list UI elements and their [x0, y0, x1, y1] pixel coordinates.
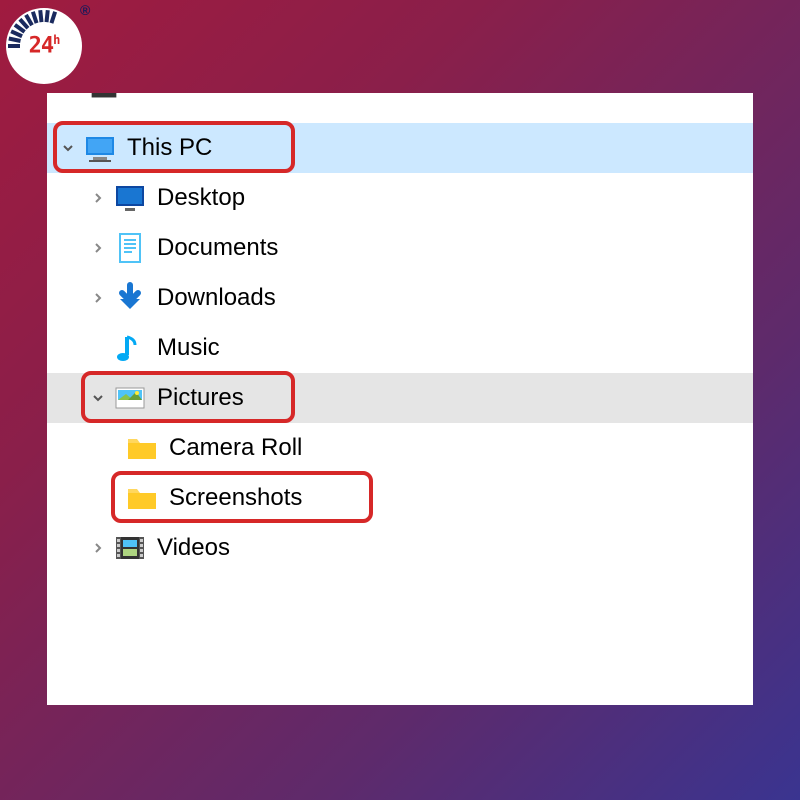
tree-label: Documents — [157, 234, 278, 262]
tree-label: Screenshots — [169, 484, 302, 512]
chevron-right-icon[interactable] — [87, 537, 109, 559]
chevron-right-icon[interactable] — [87, 237, 109, 259]
tree-item-screenshots[interactable]: Screenshots — [47, 473, 753, 523]
tree-label: Music — [157, 334, 220, 362]
logo-text: 24h — [29, 33, 60, 58]
tree-label: Desktop — [157, 184, 245, 212]
tree-item-documents[interactable]: Documents — [47, 223, 753, 273]
tree-item-this-pc[interactable]: This PC — [47, 123, 753, 173]
tree-label: This PC — [127, 134, 212, 162]
chevron-down-icon[interactable] — [57, 137, 79, 159]
explorer-tree-panel: This PC Desktop Documents — [47, 93, 753, 705]
chevron-right-icon[interactable] — [87, 287, 109, 309]
chevron-down-icon[interactable] — [87, 387, 109, 409]
registered-mark: ® — [80, 2, 90, 18]
videos-icon — [113, 531, 147, 565]
tree-item-music[interactable]: Music — [47, 323, 753, 373]
music-icon — [113, 331, 147, 365]
tree-item-pictures[interactable]: Pictures — [47, 373, 753, 423]
tree-label: Pictures — [157, 384, 244, 412]
tree-label: Videos — [157, 534, 230, 562]
tree-label: Camera Roll — [169, 434, 302, 462]
this-pc-icon — [83, 131, 117, 165]
folder-icon — [125, 431, 159, 465]
tree-item-desktop[interactable]: Desktop — [47, 173, 753, 223]
desktop-icon — [113, 181, 147, 215]
tree-item-downloads[interactable]: Downloads — [47, 273, 753, 323]
tree-label: Downloads — [157, 284, 276, 312]
drive-icon — [87, 93, 121, 101]
pictures-icon — [113, 381, 147, 415]
tree-item-camera-roll[interactable]: Camera Roll — [47, 423, 753, 473]
documents-icon — [113, 231, 147, 265]
chevron-right-icon[interactable] — [87, 187, 109, 209]
partial-item-top — [47, 93, 753, 101]
folder-icon — [125, 481, 159, 515]
tree-item-videos[interactable]: Videos — [47, 523, 753, 573]
downloads-icon — [113, 281, 147, 315]
logo-24h: 24h — [6, 8, 82, 84]
